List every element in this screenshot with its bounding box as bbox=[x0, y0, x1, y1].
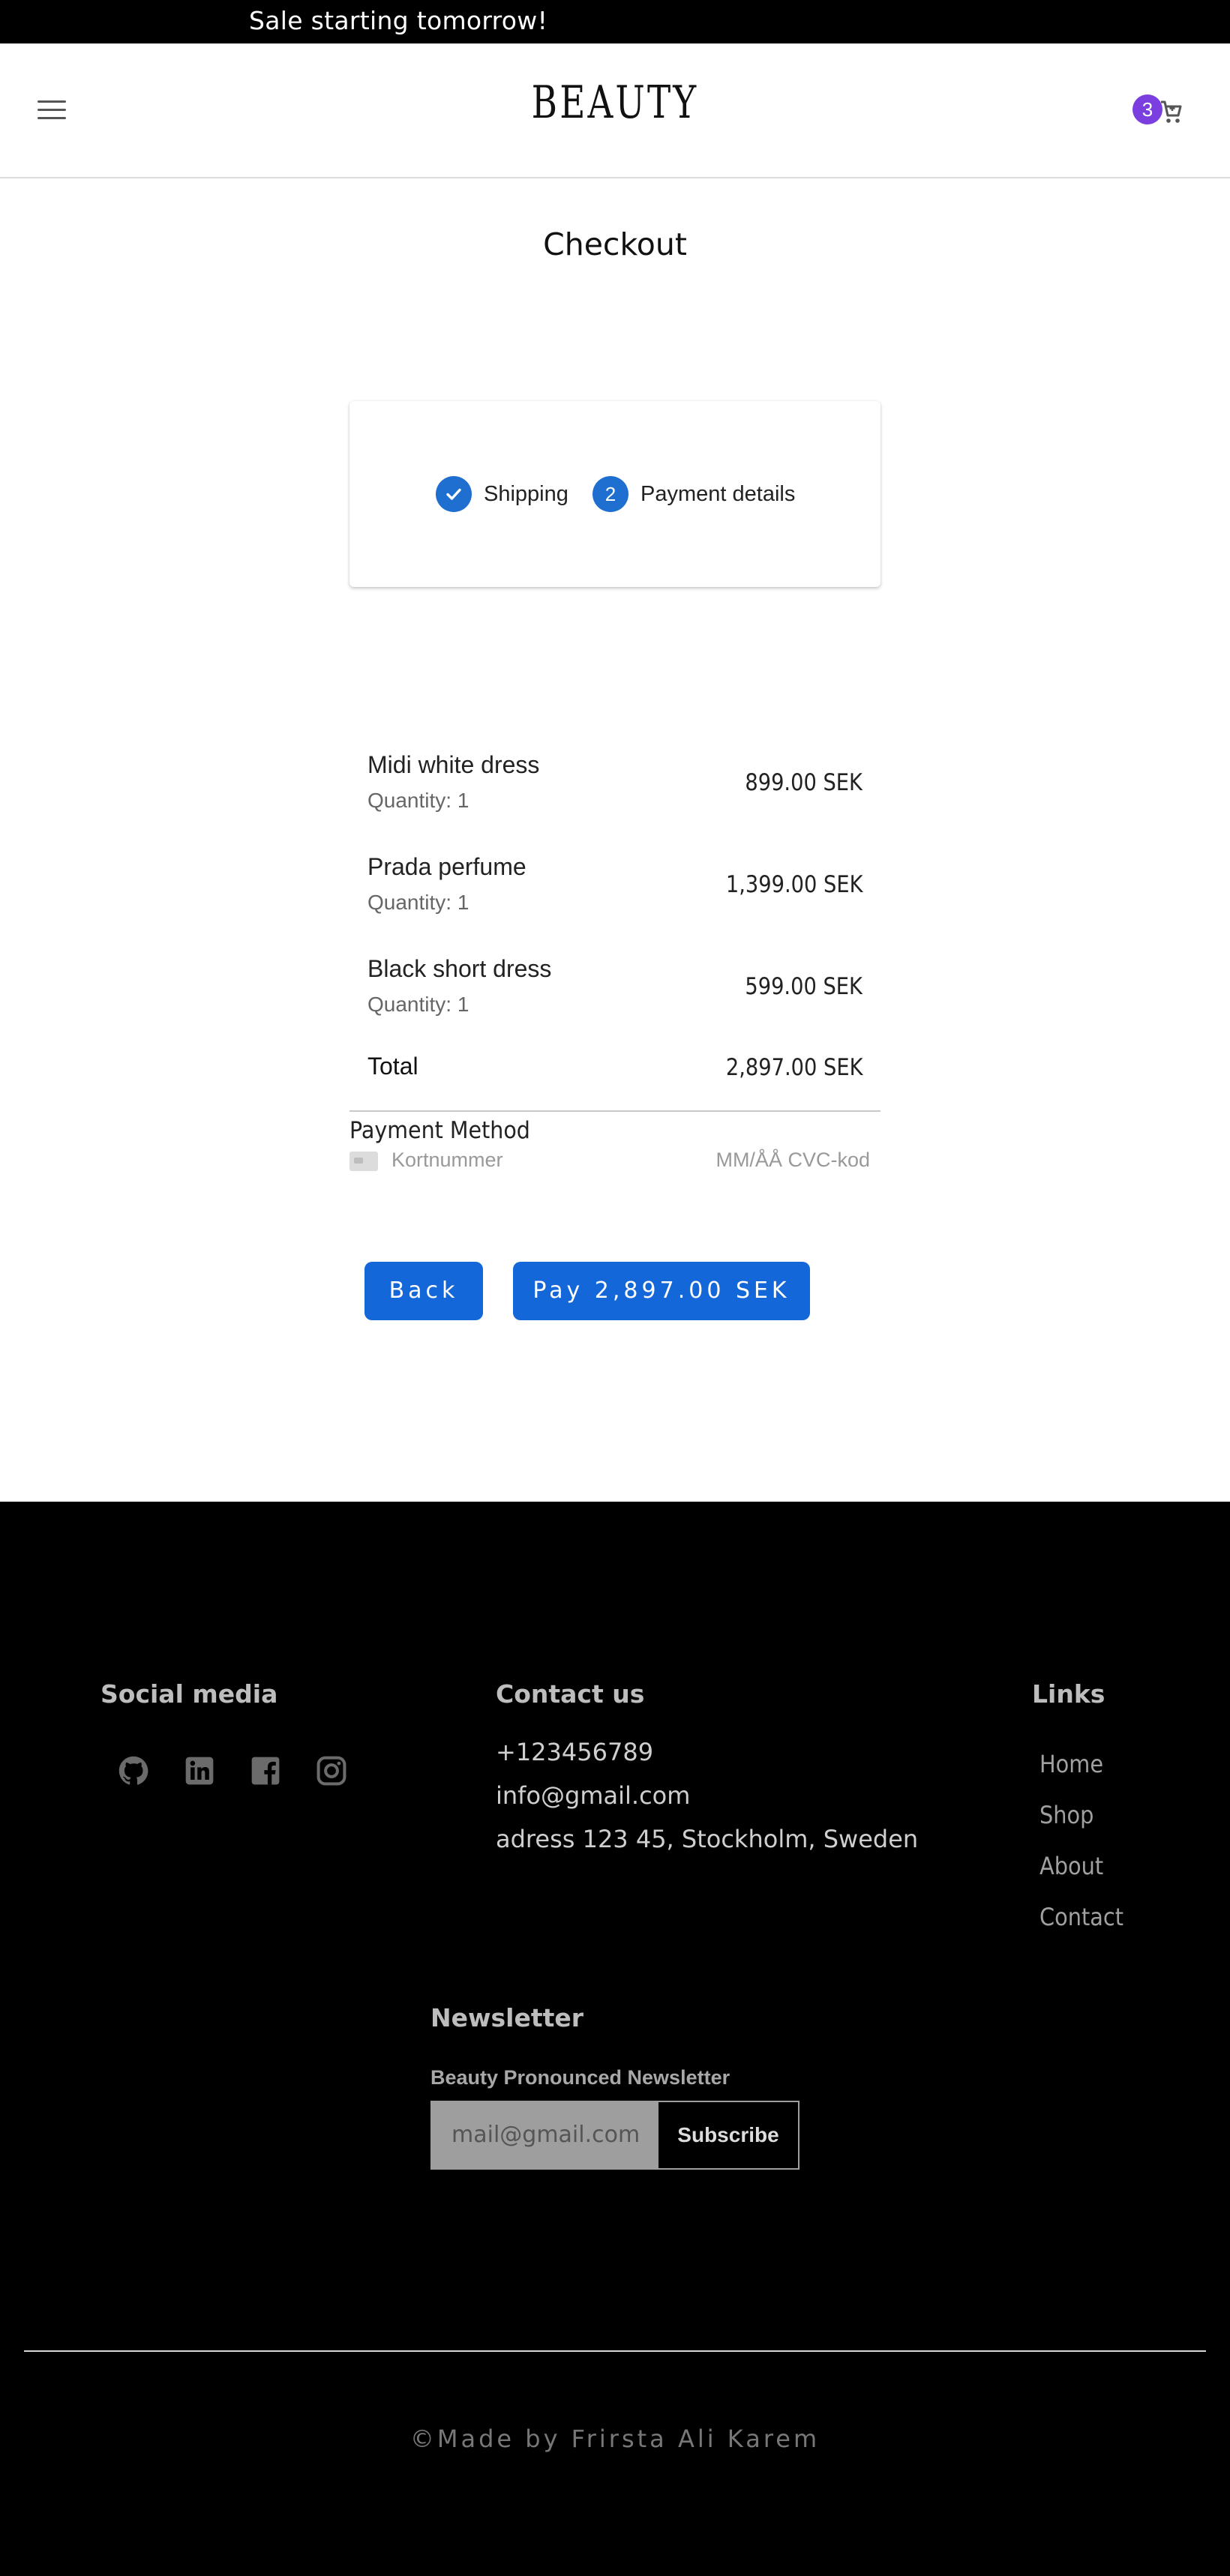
divider bbox=[350, 1110, 880, 1112]
footer-link-shop[interactable]: Shop bbox=[1040, 1801, 1094, 1829]
order-item: Midi white dress Quantity: 1 899.00 SEK bbox=[368, 751, 862, 826]
github-icon[interactable] bbox=[117, 1754, 150, 1787]
card-number-field[interactable]: Kortnummer bbox=[392, 1149, 503, 1172]
copyright-text: ©Made by Frirsta Ali Karem bbox=[410, 2425, 820, 2453]
cart-count-badge: 3 bbox=[1132, 94, 1162, 124]
order-item: Black short dress Quantity: 1 599.00 SEK bbox=[368, 955, 862, 1030]
step-label: Shipping bbox=[484, 481, 568, 506]
newsletter-heading: Newsletter bbox=[430, 2003, 584, 2032]
order-total: Total 2,897.00 SEK bbox=[368, 1053, 862, 1090]
contact-address: adress 123 45, Stockholm, Sweden bbox=[496, 1825, 919, 1853]
item-name: Midi white dress bbox=[368, 751, 540, 778]
page-title: Checkout bbox=[543, 226, 687, 262]
item-quantity: Quantity: 1 bbox=[368, 993, 470, 1016]
item-quantity: Quantity: 1 bbox=[368, 789, 470, 812]
contact-email[interactable]: info@gmail.com bbox=[496, 1781, 690, 1810]
check-icon bbox=[436, 476, 472, 512]
site-footer bbox=[0, 1502, 1230, 2576]
site-logo[interactable]: BEAUTY bbox=[135, 76, 1094, 129]
newsletter-subtitle: Beauty Pronounced Newsletter bbox=[430, 2066, 730, 2089]
hamburger-menu-icon[interactable] bbox=[38, 100, 66, 120]
item-name: Prada perfume bbox=[368, 853, 526, 880]
facebook-icon[interactable] bbox=[249, 1754, 282, 1787]
item-price: 899.00 SEK bbox=[745, 769, 862, 796]
pay-button[interactable]: Pay 2,897.00 SEK bbox=[513, 1262, 810, 1320]
contact-phone[interactable]: +123456789 bbox=[496, 1738, 653, 1766]
links-heading: Links bbox=[1032, 1679, 1106, 1709]
item-quantity: Quantity: 1 bbox=[368, 891, 470, 914]
instagram-icon[interactable] bbox=[315, 1754, 348, 1787]
social-media-heading: Social media bbox=[100, 1679, 278, 1709]
newsletter-email-input[interactable]: mail@gmail.com bbox=[430, 2101, 657, 2170]
step-payment-details[interactable]: 2 Payment details bbox=[592, 476, 795, 512]
contact-heading: Contact us bbox=[496, 1679, 645, 1709]
order-item: Prada perfume Quantity: 1 1,399.00 SEK bbox=[368, 853, 862, 928]
footer-link-contact[interactable]: Contact bbox=[1040, 1903, 1124, 1931]
site-header: BEAUTY 3 bbox=[0, 43, 1230, 178]
announcement-text: Sale starting tomorrow! bbox=[249, 6, 548, 35]
linkedin-icon[interactable] bbox=[183, 1754, 216, 1787]
item-price: 1,399.00 SEK bbox=[725, 871, 862, 898]
step-label: Payment details bbox=[640, 481, 796, 506]
step-number: 2 bbox=[592, 476, 628, 512]
card-input[interactable]: Kortnummer MM/ÅÅ CVC-kod bbox=[350, 1144, 870, 1176]
footer-link-home[interactable]: Home bbox=[1040, 1750, 1103, 1778]
item-price: 599.00 SEK bbox=[745, 973, 862, 1000]
footer-divider bbox=[24, 2350, 1206, 2352]
step-shipping[interactable]: Shipping bbox=[436, 476, 568, 512]
footer-link-about[interactable]: About bbox=[1040, 1852, 1103, 1880]
total-label: Total bbox=[368, 1053, 418, 1080]
shopping-cart-icon bbox=[1161, 100, 1182, 123]
checkout-stepper: Shipping 2 Payment details bbox=[350, 401, 880, 587]
expiry-cvc-field[interactable]: MM/ÅÅ CVC-kod bbox=[716, 1149, 870, 1172]
item-name: Black short dress bbox=[368, 955, 552, 982]
payment-method-title: Payment Method bbox=[350, 1117, 530, 1144]
credit-card-icon bbox=[350, 1152, 378, 1171]
total-price: 2,897.00 SEK bbox=[725, 1054, 862, 1081]
subscribe-button[interactable]: Subscribe bbox=[657, 2101, 800, 2170]
announcement-bar: Sale starting tomorrow! bbox=[0, 0, 1230, 43]
back-button[interactable]: Back bbox=[364, 1262, 483, 1320]
cart-button[interactable]: 3 bbox=[1132, 94, 1182, 127]
